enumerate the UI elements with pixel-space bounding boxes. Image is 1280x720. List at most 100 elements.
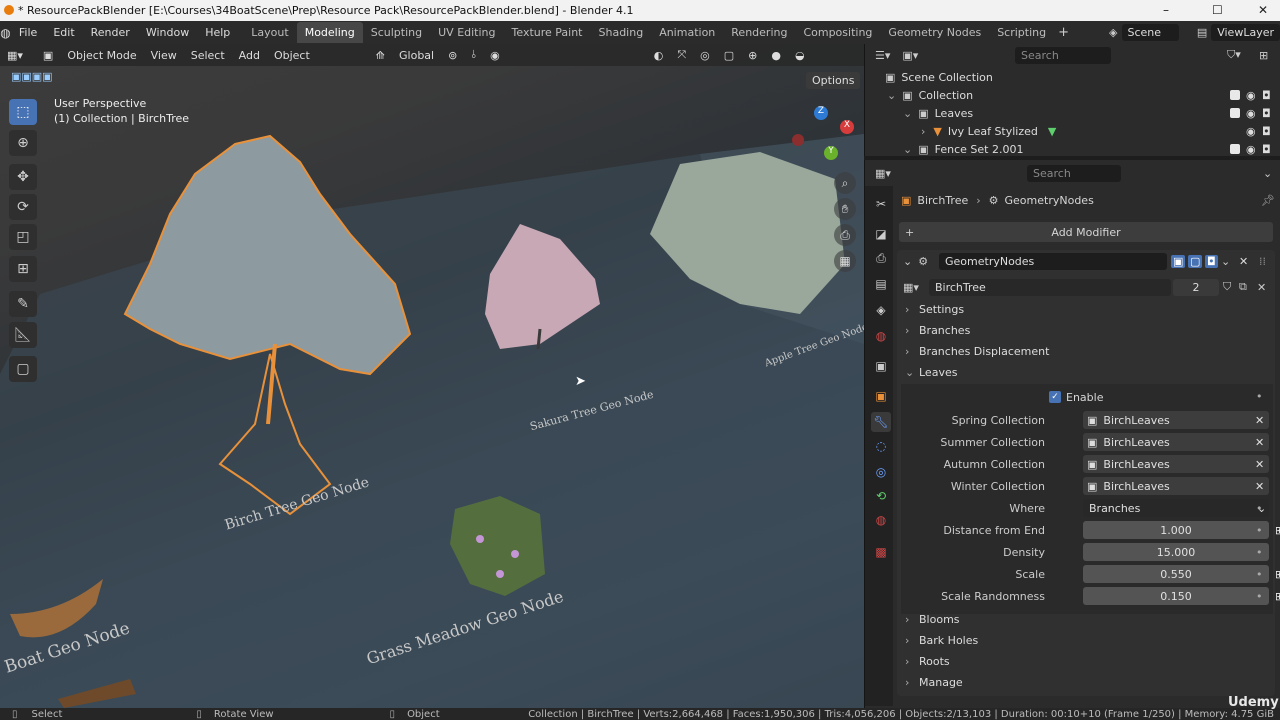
collection-field[interactable]: ▣ BirchLeaves ✕: [1083, 477, 1269, 495]
menu-window[interactable]: Window: [138, 26, 197, 39]
xray-icon[interactable]: ▢: [717, 49, 741, 62]
eye-icon[interactable]: ◉: [1246, 143, 1256, 156]
filter-icon[interactable]: ⛉▾: [1227, 48, 1241, 62]
perspective-grid-icon[interactable]: ▦: [834, 250, 856, 272]
include-checkbox[interactable]: [1230, 108, 1240, 118]
world-tab-icon[interactable]: ◍: [871, 326, 891, 346]
visibility-icon[interactable]: ◐: [647, 49, 671, 62]
tab-compositing[interactable]: Compositing: [795, 22, 880, 43]
select-box-tool[interactable]: ⬚: [9, 99, 37, 125]
collapse-chevron-icon[interactable]: ⌄: [903, 255, 912, 268]
navigation-gizmo[interactable]: Z X Y: [788, 104, 858, 164]
camera-view-icon[interactable]: ⎙: [834, 224, 856, 246]
include-checkbox[interactable]: [1230, 144, 1240, 154]
panel-bark-holes[interactable]: › Bark Holes: [905, 630, 978, 650]
panel-branches[interactable]: › Branches: [905, 320, 970, 340]
add-workspace-icon[interactable]: +: [1054, 25, 1073, 40]
menu-edit[interactable]: Edit: [45, 26, 82, 39]
annotate-tool[interactable]: ✎: [9, 291, 37, 317]
camera-icon[interactable]: ◘: [1262, 107, 1271, 120]
outliner-search-input[interactable]: Search: [1015, 46, 1111, 64]
number-field[interactable]: 0.150 ⊞: [1083, 587, 1280, 605]
include-checkbox[interactable]: [1230, 90, 1240, 100]
tab-shading[interactable]: Shading: [591, 22, 652, 43]
keyframe-dot-icon[interactable]: •: [1256, 502, 1263, 515]
keyframe-dot-icon[interactable]: •: [1256, 524, 1263, 537]
snap-icon[interactable]: ⫰: [464, 48, 483, 62]
outliner-row-ivy-leaf[interactable]: › ▼ Ivy Leaf Stylized ▼ ◉ ◘: [865, 122, 1280, 140]
keyframe-dot-icon[interactable]: •: [1256, 568, 1263, 581]
tab-geometry-nodes[interactable]: Geometry Nodes: [880, 22, 989, 43]
collection-field[interactable]: ▣ BirchLeaves ✕: [1083, 455, 1269, 473]
tab-rendering[interactable]: Rendering: [723, 22, 795, 43]
expand-chevron-icon[interactable]: ⌄: [903, 143, 912, 156]
shading-material-icon[interactable]: ◒: [788, 49, 812, 62]
panel-branches-displacement[interactable]: › Branches Displacement: [905, 341, 1049, 361]
menu-view[interactable]: View: [144, 49, 184, 62]
object-mode-dropdown[interactable]: Object Mode: [60, 49, 143, 62]
overlay-icon[interactable]: ◎: [693, 49, 717, 62]
collection-tab-icon[interactable]: ▣: [871, 356, 891, 376]
collection-field[interactable]: ▣ BirchLeaves ✕: [1083, 433, 1269, 451]
measure-tool[interactable]: 📐︎: [9, 322, 37, 348]
fake-user-shield-icon[interactable]: ⛉: [1223, 280, 1231, 294]
new-collection-icon[interactable]: ⊞: [1259, 49, 1268, 62]
expand-chevron-icon[interactable]: ⌄: [903, 107, 912, 120]
cursor-tool[interactable]: ⊕: [9, 130, 37, 156]
scene-tab-icon[interactable]: ◈: [871, 300, 891, 320]
driver-icon[interactable]: ⊞: [1275, 524, 1280, 537]
tab-texture-paint[interactable]: Texture Paint: [504, 22, 591, 43]
viewport-toggle-icon[interactable]: ▢: [1188, 254, 1203, 268]
keyframe-dot-icon[interactable]: •: [1256, 546, 1263, 559]
minimize-button[interactable]: –: [1163, 3, 1169, 17]
node-group-selector[interactable]: ▦▾ BirchTree 2 ⛉ ⧉ ✕: [903, 278, 1269, 296]
keyframe-dot-icon[interactable]: •: [1256, 590, 1263, 603]
enable-checkbox-row[interactable]: ✓ Enable: [1049, 388, 1103, 406]
duplicate-icon[interactable]: ⧉: [1239, 280, 1247, 294]
properties-search-input[interactable]: Search: [1027, 164, 1121, 182]
tab-layout[interactable]: Layout: [243, 22, 296, 43]
tab-uv-editing[interactable]: UV Editing: [430, 22, 503, 43]
close-button[interactable]: ✕: [1258, 3, 1268, 17]
camera-icon[interactable]: ◘: [1262, 89, 1271, 102]
drag-handle-icon[interactable]: ⁞⁞: [1259, 255, 1266, 268]
unlink-icon[interactable]: ✕: [1257, 281, 1266, 294]
clear-collection-icon[interactable]: ✕: [1255, 436, 1264, 449]
expand-chevron-icon[interactable]: ⌄: [887, 89, 896, 102]
remove-modifier-icon[interactable]: ✕: [1239, 255, 1248, 268]
gizmo-toggle-icon[interactable]: ⤧: [670, 48, 693, 62]
outliner-editor-icon[interactable]: ☰▾: [875, 49, 890, 62]
pan-hand-icon[interactable]: ✋︎: [834, 198, 856, 220]
object-tab-icon[interactable]: ▣: [871, 386, 891, 406]
shading-wireframe-icon[interactable]: ⊕: [741, 49, 764, 62]
clear-collection-icon[interactable]: ✕: [1255, 414, 1264, 427]
modifier-options-chevron-icon[interactable]: ⌄: [1221, 255, 1230, 268]
add-cube-tool[interactable]: ▢: [9, 356, 37, 382]
view-layer-tab-icon[interactable]: ▤: [871, 274, 891, 294]
panel-manage[interactable]: › Manage: [905, 672, 963, 692]
eye-icon[interactable]: ◉: [1246, 107, 1256, 120]
outliner-row-leaves[interactable]: ⌄ ▣ Leaves ◉ ◘: [865, 104, 1280, 122]
panel-blooms[interactable]: › Blooms: [905, 609, 960, 629]
menu-select[interactable]: Select: [184, 49, 232, 62]
camera-icon[interactable]: ◘: [1262, 125, 1271, 138]
display-mode-icon[interactable]: ▣▾: [902, 49, 918, 62]
tab-animation[interactable]: Animation: [651, 22, 723, 43]
properties-options-chevron-icon[interactable]: ⌄: [1263, 167, 1272, 180]
options-button[interactable]: Options: [806, 72, 861, 89]
node-group-name[interactable]: BirchTree: [929, 278, 1171, 296]
gizmo-y-axis[interactable]: Y: [824, 146, 838, 160]
pin-icon[interactable]: 📌︎: [1261, 194, 1275, 207]
pivot-icon[interactable]: ⊚: [441, 49, 464, 62]
menu-object[interactable]: Object: [267, 49, 317, 62]
driver-icon[interactable]: ⊞: [1275, 590, 1280, 603]
camera-icon[interactable]: ◘: [1262, 143, 1271, 156]
zoom-icon[interactable]: ⌕: [834, 172, 856, 194]
tab-scripting[interactable]: Scripting: [989, 22, 1054, 43]
output-tab-icon[interactable]: ⎙: [871, 248, 891, 268]
collection-field[interactable]: ▣ BirchLeaves ✕: [1083, 411, 1269, 429]
select-mode-icons[interactable]: ▣▣▣▣: [4, 70, 60, 83]
modifier-name-input[interactable]: GeometryNodes: [939, 252, 1167, 270]
menu-file[interactable]: File: [11, 26, 45, 39]
geometry-nodes-modifier-icon[interactable]: ▼: [1048, 125, 1056, 138]
